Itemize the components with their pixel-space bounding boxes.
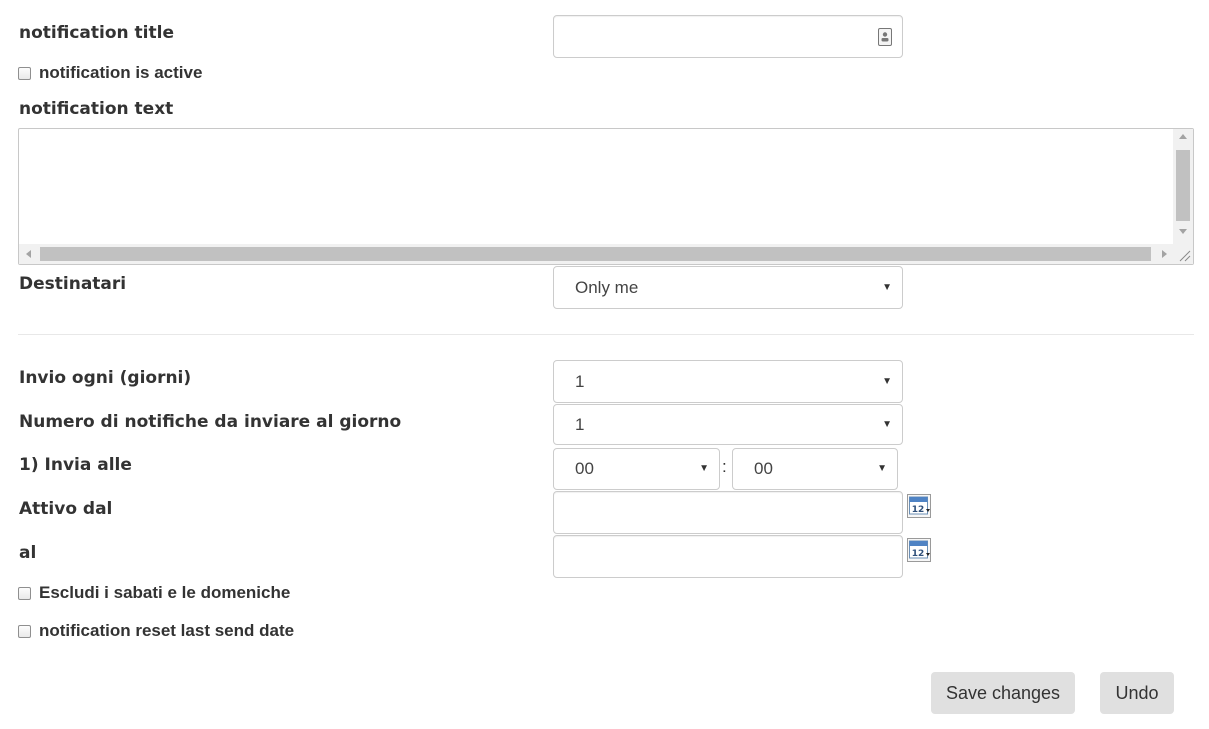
exclude-weekend-row: Escludi i sabati e le domeniche (18, 583, 290, 603)
scroll-right-arrow-icon[interactable] (1162, 250, 1167, 258)
active-from-input[interactable] (553, 491, 903, 534)
horizontal-scroll-thumb[interactable] (40, 247, 1151, 261)
scroll-left-arrow-icon[interactable] (26, 250, 31, 258)
calendar-icon[interactable]: 12 (907, 494, 931, 518)
recipients-select[interactable]: Only me ▼ (553, 266, 903, 309)
active-to-label: al (19, 543, 37, 563)
send-minute-value: 00 (754, 459, 773, 478)
chevron-down-icon: ▼ (699, 463, 709, 474)
time-separator: : (722, 457, 727, 476)
interval-days-value: 1 (575, 371, 585, 391)
send-hour-value: 00 (575, 459, 594, 478)
recipients-selected-value: Only me (575, 277, 639, 297)
notification-active-row: notification is active (18, 63, 202, 83)
send-hour-select[interactable]: 00 ▼ (553, 448, 720, 490)
calendar-day-text: 12 (912, 505, 925, 515)
reset-last-send-row: notification reset last send date (18, 621, 294, 641)
recipients-label: Destinatari (19, 274, 127, 294)
horizontal-scrollbar[interactable] (19, 244, 1174, 264)
send-at-label: 1) Invia alle (19, 455, 132, 475)
calendar-day-text: 12 (912, 549, 925, 559)
scroll-up-arrow-icon[interactable] (1179, 134, 1187, 139)
exclude-weekend-label: Escludi i sabati e le domeniche (39, 583, 291, 602)
notification-title-input[interactable] (553, 15, 903, 58)
notification-text-label: notification text (19, 99, 174, 119)
reset-last-send-checkbox[interactable] (18, 624, 31, 638)
notifications-per-day-value: 1 (575, 414, 585, 434)
vertical-scrollbar[interactable] (1173, 129, 1193, 244)
active-from-label: Attivo dal (19, 499, 113, 519)
notification-title-label: notification title (19, 23, 174, 43)
scroll-down-arrow-icon[interactable] (1179, 229, 1187, 234)
chevron-down-icon: ▼ (877, 463, 887, 474)
interval-days-select[interactable]: 1 ▼ (553, 360, 903, 403)
calendar-icon[interactable]: 12 (907, 538, 931, 562)
chevron-down-icon: ▼ (882, 375, 892, 387)
reset-last-send-label: notification reset last send date (39, 621, 295, 640)
notifications-per-day-select[interactable]: 1 ▼ (553, 404, 903, 445)
interval-days-label: Invio ogni (giorni) (19, 368, 192, 388)
send-minute-select[interactable]: 00 ▼ (732, 448, 898, 490)
undo-button[interactable]: Undo (1100, 672, 1174, 714)
contact-card-icon (878, 28, 892, 46)
chevron-down-icon: ▼ (882, 418, 892, 430)
active-to-input[interactable] (553, 535, 903, 578)
resize-grip-icon[interactable] (1173, 244, 1193, 264)
section-divider (18, 334, 1194, 335)
save-changes-button[interactable]: Save changes (931, 672, 1075, 714)
notifications-per-day-label: Numero di notifiche da inviare al giorno (19, 412, 402, 432)
vertical-scroll-thumb[interactable] (1176, 150, 1190, 221)
notification-text-area[interactable] (18, 128, 1194, 265)
notification-active-checkbox[interactable] (18, 66, 31, 80)
notification-active-label: notification is active (39, 63, 203, 82)
chevron-down-icon: ▼ (882, 281, 892, 293)
exclude-weekend-checkbox[interactable] (18, 586, 31, 600)
